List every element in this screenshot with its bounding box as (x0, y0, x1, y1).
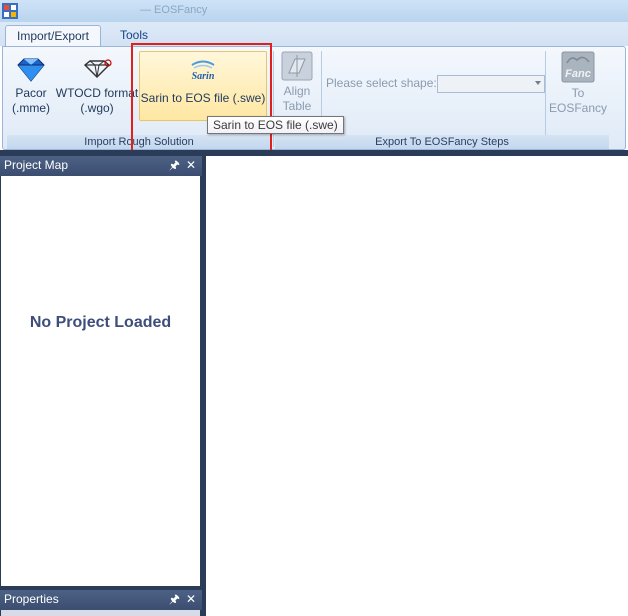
svg-text:Fanc: Fanc (565, 68, 591, 80)
chevron-down-icon (535, 81, 541, 85)
diamond-icon (17, 58, 45, 82)
project-map-header: Project Map 🖈 ✕ (0, 156, 202, 176)
wtocd-import-button[interactable]: WTOCD format (.wgo) (55, 51, 139, 121)
wtocd-label-line1: WTOCD format (55, 86, 139, 100)
pin-icon[interactable]: 🖈 (169, 156, 180, 175)
tooltip: Sarin to EOS file (.swe) (207, 116, 344, 134)
wtocd-icon (83, 59, 112, 78)
group-separator (545, 51, 546, 147)
tab-import-export[interactable]: Import/Export (5, 25, 101, 46)
pacor-import-button[interactable]: Pacor (.mme) (7, 51, 55, 121)
align-label-line2: Table (282, 99, 312, 113)
pacor-label-line2: (.mme) (12, 101, 50, 115)
to-eosfancy-button[interactable]: Fanc To EOSFancy (549, 51, 607, 121)
shape-label: Please select shape: (326, 76, 437, 90)
app-icon[interactable] (2, 3, 18, 19)
empty-project-message: No Project Loaded (29, 314, 172, 331)
align-label-line1: Align (283, 84, 311, 98)
title-bar: — EOSFancy (0, 0, 628, 22)
eosfancy-icon: Fanc (561, 51, 595, 83)
eosfancy-label-line2: EOSFancy (549, 101, 608, 115)
tab-tools[interactable]: Tools (110, 25, 158, 46)
project-map-title: Project Map (4, 158, 69, 172)
align-table-icon (281, 51, 313, 81)
pin-icon[interactable]: 🖈 (169, 590, 180, 609)
main-content-area[interactable] (206, 156, 628, 616)
project-map-body: No Project Loaded (1, 176, 200, 586)
sarin-label: Sarin to EOS file (.swe) (140, 91, 266, 105)
align-table-button[interactable]: Align Table (277, 51, 317, 121)
properties-header: Properties 🖈 ✕ (0, 590, 202, 610)
group-label-export: Export To EOSFancy Steps (275, 135, 609, 149)
shape-select[interactable] (437, 75, 545, 93)
sarin-logo-icon: Sarin (191, 60, 215, 82)
pacor-label-line1: Pacor (15, 86, 47, 100)
ribbon-tabstrip: Import/Export Tools (0, 22, 628, 46)
group-label-import: Import Rough Solution (7, 135, 271, 149)
svg-text:Sarin: Sarin (192, 71, 215, 82)
properties-body (1, 610, 200, 616)
ribbon-panel: Pacor (.mme) WTOCD format (.wgo) Sarin S… (2, 46, 626, 150)
sarin-import-button[interactable]: Sarin Sarin to EOS file (.swe) (139, 51, 267, 121)
wtocd-label-line2: (.wgo) (80, 101, 114, 115)
properties-title: Properties (4, 592, 59, 606)
close-icon[interactable]: ✕ (186, 590, 196, 609)
close-icon[interactable]: ✕ (186, 156, 196, 175)
eosfancy-label-line1: To (571, 86, 585, 100)
window-title: — EOSFancy (140, 4, 208, 16)
